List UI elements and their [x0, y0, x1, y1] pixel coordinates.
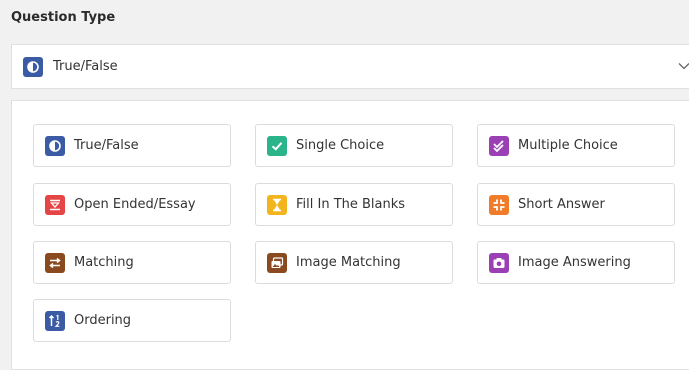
option-label: Image Matching [296, 255, 401, 270]
arrows-exchange-icon [45, 252, 65, 273]
true-false-icon [45, 135, 65, 156]
option-label: Multiple Choice [518, 138, 618, 153]
question-type-label: Question Type [11, 10, 116, 25]
question-type-select[interactable]: True/False [11, 44, 689, 89]
checkmark-icon [267, 135, 287, 156]
option-open-ended-essay[interactable]: Open Ended/Essay [33, 183, 231, 226]
option-fill-in-the-blanks[interactable]: Fill In The Blanks [255, 183, 453, 226]
option-label: Ordering [74, 313, 132, 328]
option-matching[interactable]: Matching [33, 241, 231, 284]
sort-numeric-icon [45, 310, 65, 331]
option-label: Fill In The Blanks [296, 197, 406, 212]
option-label: Open Ended/Essay [74, 197, 196, 212]
chevron-down-icon[interactable] [677, 59, 689, 73]
image-stack-icon [267, 252, 287, 273]
option-label: Image Answering [518, 255, 631, 270]
option-label: Short Answer [518, 197, 605, 212]
option-short-answer[interactable]: Short Answer [477, 183, 675, 226]
option-image-answering[interactable]: Image Answering [477, 241, 675, 284]
option-multiple-choice[interactable]: Multiple Choice [477, 124, 675, 167]
camera-icon [489, 252, 509, 273]
option-image-matching[interactable]: Image Matching [255, 241, 453, 284]
selected-type-label: True/False [53, 59, 118, 74]
option-label: True/False [74, 138, 139, 153]
option-label: Single Choice [296, 138, 385, 153]
essay-icon [45, 194, 65, 215]
option-true-false[interactable]: True/False [33, 124, 231, 167]
true-false-icon [23, 56, 43, 77]
option-ordering[interactable]: Ordering [33, 299, 231, 342]
compress-icon [489, 194, 509, 215]
question-type-dropdown-panel: True/False Single Choice Multiple Choice… [11, 100, 689, 370]
option-single-choice[interactable]: Single Choice [255, 124, 453, 167]
option-label: Matching [74, 255, 134, 270]
hourglass-icon [267, 194, 287, 215]
double-check-icon [489, 135, 509, 156]
